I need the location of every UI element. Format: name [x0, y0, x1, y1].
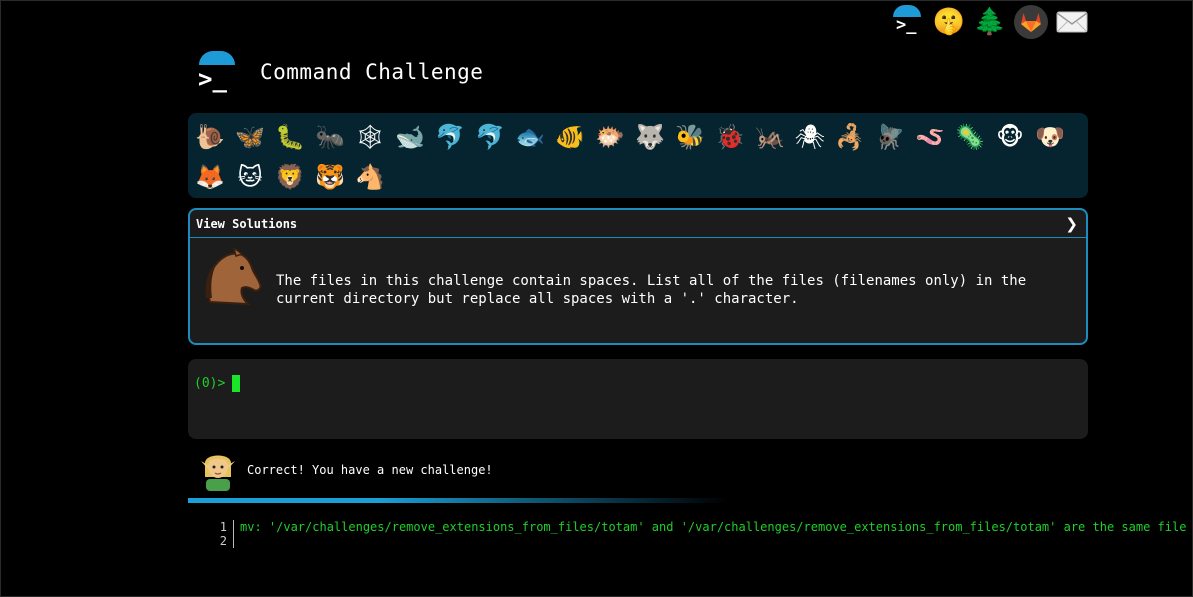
level-dolphin-gray-icon[interactable]: 🐬: [470, 117, 510, 157]
level-fox-icon[interactable]: 🦊: [190, 157, 230, 197]
line-number: 2: [219, 534, 227, 548]
level-dog-icon[interactable]: 🐶: [1030, 117, 1070, 157]
level-lion-icon[interactable]: 🦁: [270, 157, 310, 197]
mail-icon[interactable]: [1055, 5, 1089, 39]
challenge-body: The files in this challenge contain spac…: [190, 238, 1086, 308]
top-nav: >_ 🤫 🌲: [891, 5, 1089, 39]
shushing-face-icon[interactable]: 🤫: [932, 5, 966, 39]
level-spider-icon[interactable]: 🕷: [790, 117, 830, 157]
command-challenge-logo-icon[interactable]: >_: [196, 51, 238, 93]
command-output: 1 mv: '/var/challenges/remove_extensions_…: [219, 520, 1186, 548]
level-bee-icon[interactable]: 🐝: [670, 117, 710, 157]
level-bug-icon[interactable]: 🐛: [270, 117, 310, 157]
level-ant-icon[interactable]: 🐜: [310, 117, 350, 157]
challenge-description: The files in this challenge contain spac…: [276, 273, 1027, 307]
level-butterfly-icon[interactable]: 🦋: [230, 117, 270, 157]
level-monkey-icon[interactable]: 🐵: [990, 117, 1030, 157]
level-snail-icon[interactable]: 🐌: [190, 117, 230, 157]
level-scorpion-icon[interactable]: 🦂: [830, 117, 870, 157]
terminal-cursor: [232, 375, 241, 392]
logo-umbrella: [199, 51, 235, 65]
level-spider-web-icon[interactable]: 🕸: [350, 117, 390, 157]
chevron-right-icon[interactable]: ❯: [1065, 215, 1078, 233]
level-cat-icon[interactable]: 🐱: [230, 157, 270, 197]
result-message: Correct! You have a new challenge!: [199, 449, 493, 491]
gitlab-icon[interactable]: [1014, 5, 1048, 39]
header: >_ Command Challenge: [196, 51, 483, 93]
level-worm-icon[interactable]: 🪱: [910, 117, 950, 157]
level-whale-icon[interactable]: 🐋: [390, 117, 430, 157]
terminal-prompt: (0)>: [194, 376, 226, 391]
level-horse-icon[interactable]: 🐴: [350, 157, 390, 197]
line-number: 1: [219, 520, 227, 534]
view-solutions-toggle[interactable]: View Solutions ❯: [190, 210, 1086, 238]
line-text: mv: '/var/challenges/remove_extensions_f…: [233, 520, 1186, 534]
logo-prompt: >_: [198, 65, 227, 93]
level-cricket-icon[interactable]: 🦗: [750, 117, 790, 157]
divider-bar: [188, 498, 728, 503]
horse-icon: [205, 248, 262, 306]
level-fly-icon[interactable]: 🪰: [870, 117, 910, 157]
terminal-input[interactable]: (0)>: [188, 359, 1088, 439]
challenge-panel: View Solutions ❯ The files in this chall…: [188, 208, 1088, 345]
elf-icon: [201, 455, 235, 491]
level-tiger-icon[interactable]: 🐯: [310, 157, 350, 197]
level-tropical-fish-icon[interactable]: 🐠: [550, 117, 590, 157]
result-message-text: Correct! You have a new challenge!: [247, 463, 493, 477]
evergreen-tree-icon[interactable]: 🌲: [973, 5, 1007, 39]
view-solutions-label: View Solutions: [196, 216, 298, 231]
level-dolphin-icon[interactable]: 🐬: [430, 117, 470, 157]
line-text: [233, 534, 240, 548]
output-line: 2: [219, 534, 1186, 548]
terminal-prompt-glyph: >_: [896, 15, 917, 35]
level-wolf-icon[interactable]: 🐺: [630, 117, 670, 157]
level-blowfish-icon[interactable]: 🐡: [590, 117, 630, 157]
level-fish-icon[interactable]: 🐟: [510, 117, 550, 157]
page-title: Command Challenge: [260, 60, 484, 84]
level-lady-beetle-icon[interactable]: 🐞: [710, 117, 750, 157]
level-microbe-icon[interactable]: 🦠: [950, 117, 990, 157]
output-line: 1 mv: '/var/challenges/remove_extensions_…: [219, 520, 1186, 534]
terminal-icon[interactable]: >_: [891, 5, 925, 39]
level-selector: 🐌 🦋 🐛 🐜 🕸 🐋 🐬 🐬 🐟 🐠 🐡 🐺 🐝 🐞 🦗 🕷 🦂 🪰 🪱 🦠 🐵 🐶 🦊 🐱 🦁 🐯 🐴: [188, 113, 1088, 198]
